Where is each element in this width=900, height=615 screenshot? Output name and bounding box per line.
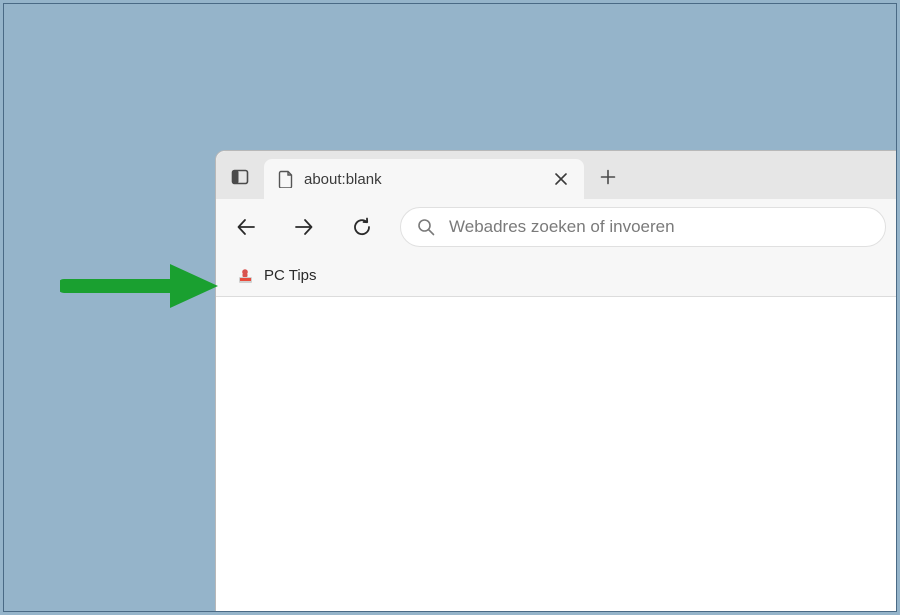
address-bar-placeholder: Webadres zoeken of invoeren [449, 217, 675, 237]
browser-tab[interactable]: about:blank [264, 159, 584, 199]
close-icon [554, 172, 568, 186]
back-button[interactable] [226, 207, 266, 247]
arrow-right-icon [292, 215, 316, 239]
tab-actions-icon [231, 168, 249, 186]
tab-strip: about:blank [216, 151, 896, 199]
annotation-arrow [60, 262, 220, 310]
forward-button[interactable] [284, 207, 324, 247]
tab-actions-button[interactable] [222, 159, 258, 195]
tab-title: about:blank [304, 171, 382, 188]
page-icon [278, 170, 294, 188]
page-content [216, 297, 896, 611]
arrow-left-icon [234, 215, 258, 239]
bookmark-item[interactable]: PC Tips [230, 262, 325, 290]
navigation-toolbar: Webadres zoeken of invoeren [216, 199, 896, 255]
refresh-button[interactable] [342, 207, 382, 247]
search-icon [417, 218, 435, 236]
bookmark-favicon-icon [238, 267, 256, 285]
address-bar[interactable]: Webadres zoeken of invoeren [400, 207, 886, 247]
new-tab-button[interactable] [590, 159, 626, 195]
plus-icon [600, 169, 616, 185]
bookmark-label: PC Tips [264, 267, 317, 284]
browser-window: about:blank [215, 150, 896, 611]
tab-close-button[interactable] [548, 166, 574, 192]
refresh-icon [351, 216, 373, 238]
bookmarks-bar: PC Tips [216, 255, 896, 297]
